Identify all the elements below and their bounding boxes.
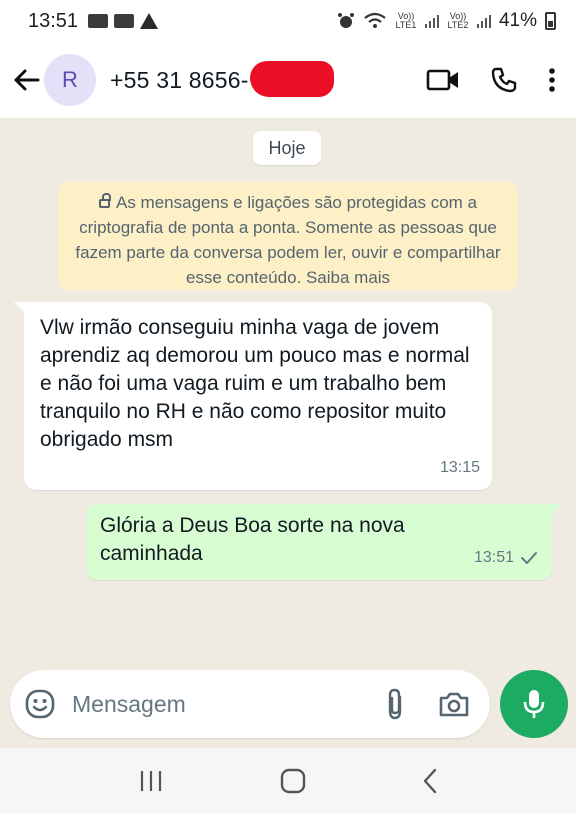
paperclip-icon[interactable] — [384, 687, 406, 721]
recent-apps-icon[interactable] — [138, 769, 164, 793]
composer-actions — [384, 687, 470, 721]
battery-icon — [545, 12, 556, 30]
microphone-icon — [523, 690, 545, 718]
header-actions — [426, 66, 556, 94]
outgoing-message[interactable]: Glória a Deus Boa sorte na nova caminhad… — [86, 504, 562, 580]
notification-icons — [88, 13, 159, 29]
signal-icon — [424, 14, 439, 28]
system-nav-bar — [0, 748, 576, 814]
contact-number: +55 31 8656- — [110, 66, 249, 93]
battery-percent: 41% — [498, 10, 537, 31]
status-bar: 13:51 Vo)) LTE1 Vo)) LTE2 41% — [0, 0, 576, 42]
chat-header: R +55 31 8656- — [0, 42, 576, 118]
encryption-text: As mensagens e ligações são protegidas c… — [75, 193, 501, 287]
redaction-mark — [250, 60, 334, 97]
camera-icon[interactable] — [438, 690, 470, 718]
message-time: 13:51 — [473, 549, 514, 566]
alarm-icon — [337, 13, 354, 28]
video-call-icon[interactable] — [426, 68, 460, 92]
back-nav-icon[interactable] — [422, 768, 438, 794]
message-input[interactable] — [72, 690, 332, 718]
message-composer — [10, 670, 490, 738]
warning-icon — [140, 13, 159, 29]
system-icons: Vo)) LTE1 Vo)) LTE2 41% — [337, 10, 556, 32]
home-icon[interactable] — [280, 768, 306, 794]
arrow-left-icon — [14, 69, 40, 91]
message-text: Vlw irmão conseguiu minha vaga de jovem … — [40, 316, 470, 451]
signal-icon — [476, 14, 491, 28]
avatar[interactable]: R — [44, 54, 96, 106]
volte1-label: Vo)) LTE1 — [395, 11, 417, 30]
lock-icon — [99, 193, 111, 208]
message-meta: 13:51 — [474, 544, 538, 572]
message-time: 13:15 — [439, 459, 480, 476]
voicemail-icon — [114, 14, 135, 28]
wifi-icon — [364, 12, 386, 28]
phone-call-icon[interactable] — [490, 66, 518, 94]
voicemail-icon — [88, 14, 109, 28]
more-options-icon[interactable] — [548, 67, 556, 93]
contact-name[interactable]: +55 31 8656- — [110, 60, 334, 97]
volte2-label: Vo)) LTE2 — [447, 11, 469, 30]
incoming-message[interactable]: Vlw irmão conseguiu minha vaga de jovem … — [14, 302, 492, 490]
emoji-sticker-icon[interactable] — [24, 688, 56, 720]
message-text: Glória a Deus Boa sorte na nova caminhad… — [100, 514, 405, 565]
date-chip: Hoje — [253, 131, 321, 165]
status-time: 13:51 — [28, 9, 79, 32]
voice-record-button[interactable] — [500, 670, 568, 738]
single-check-icon — [521, 552, 537, 564]
encryption-notice[interactable]: As mensagens e ligações são protegidas c… — [58, 182, 518, 290]
